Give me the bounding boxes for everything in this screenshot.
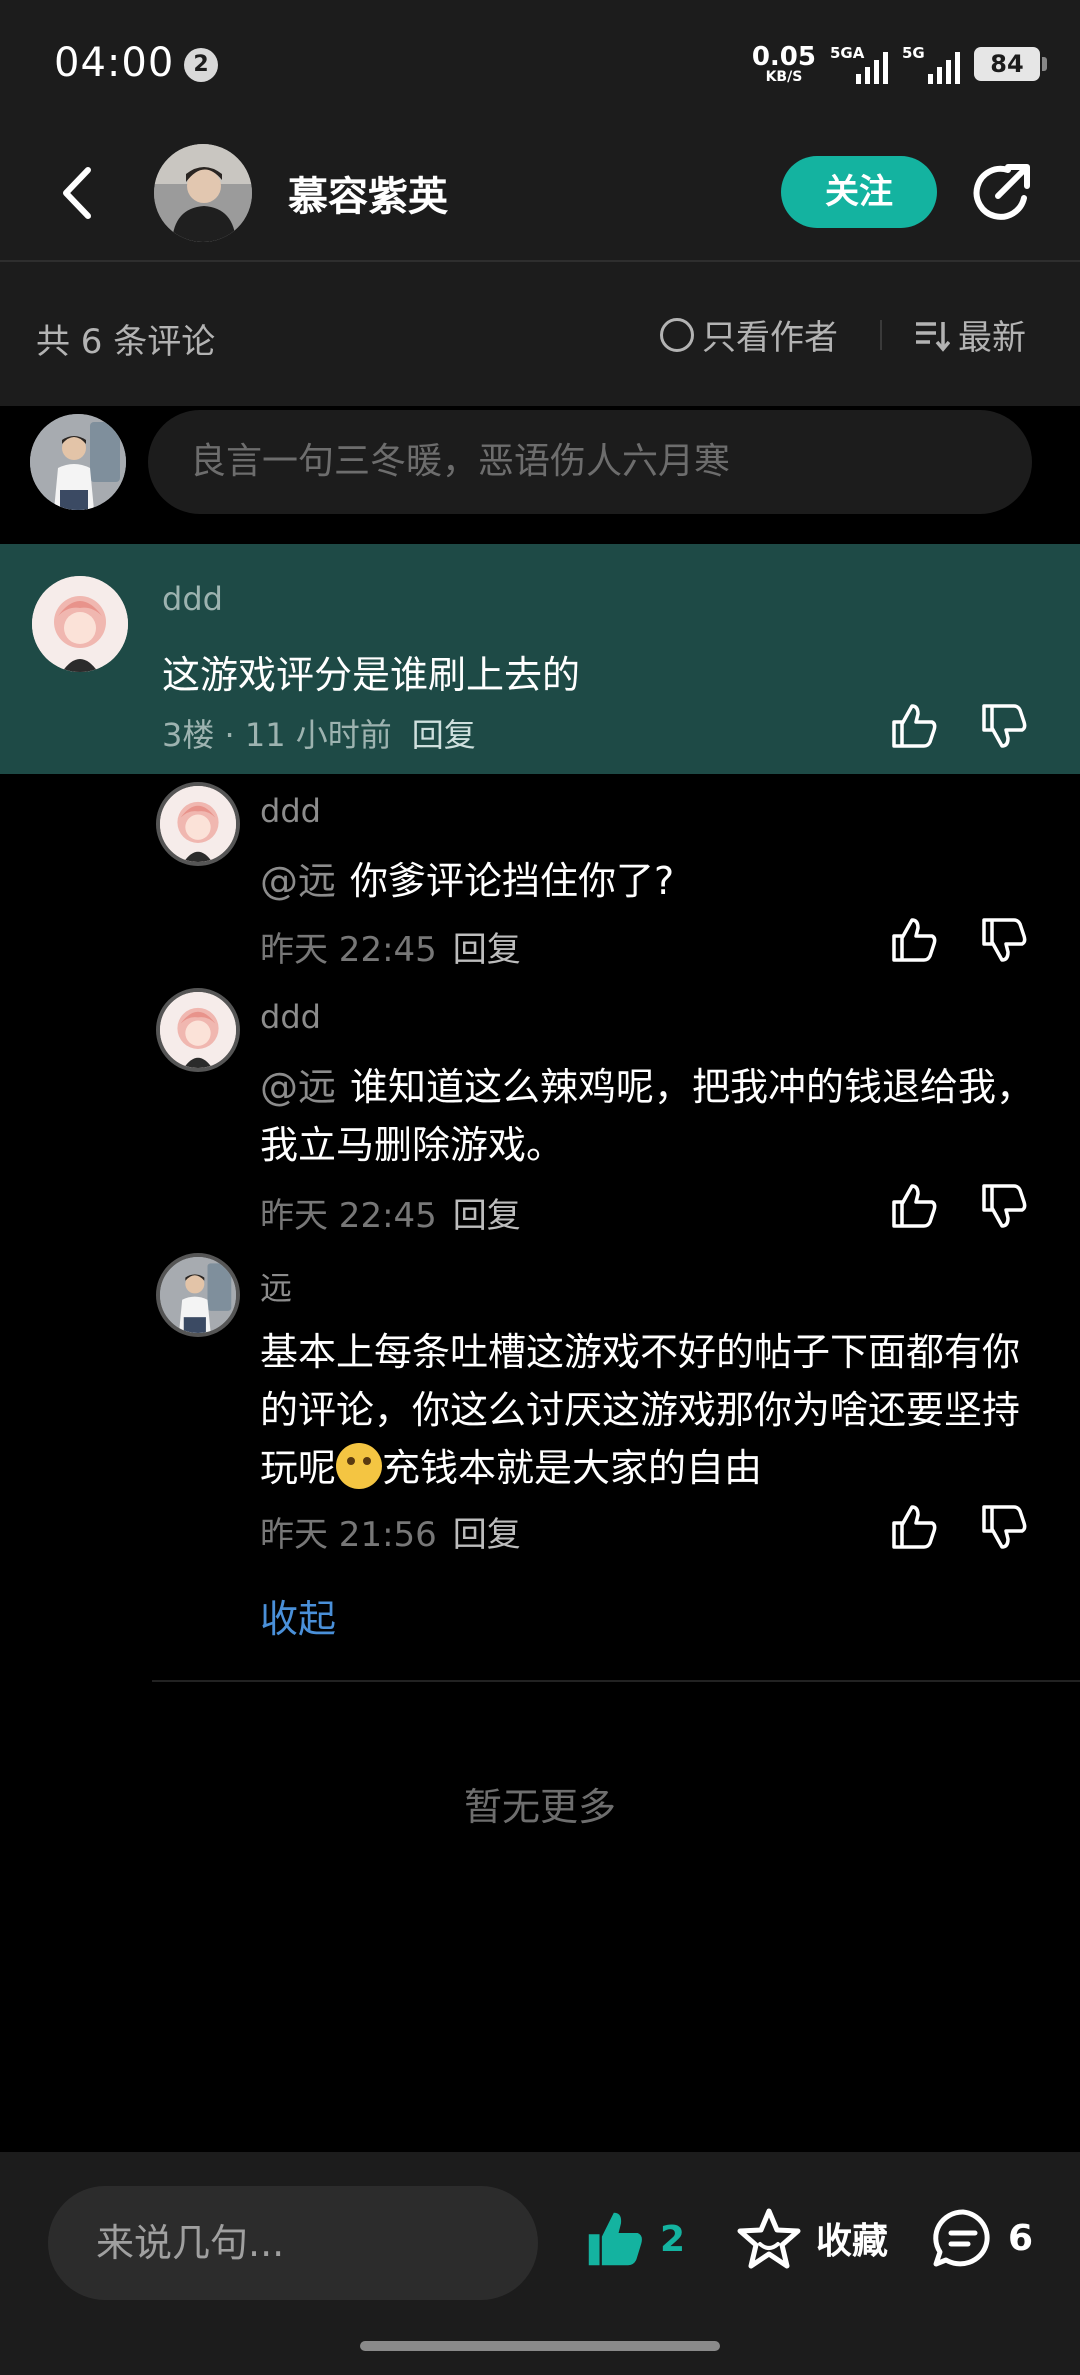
reply-time: 昨天 22:45 <box>260 930 437 970</box>
reply-text: @远 谁知道这么辣鸡呢，把我冲的钱退给我，我立马删除游戏。 <box>260 1058 1040 1174</box>
signal-5g-label: 5G <box>902 44 925 62</box>
comment-text: 这游戏评分是谁刷上去的 <box>162 653 581 697</box>
thumbs-down-icon[interactable] <box>978 700 1030 752</box>
divider <box>152 1680 1080 1682</box>
signal-5g-icon: 5G <box>902 44 960 84</box>
network-speed: 0.05 KB/S <box>752 44 816 84</box>
like-button[interactable]: 2 <box>582 2208 685 2270</box>
comment-input-row: 良言一句三冬暖，恶语伤人六月寒 <box>0 406 1080 544</box>
favorite-button[interactable]: 收藏 <box>736 2206 888 2270</box>
reply-item: ddd @远 你爹评论挡住你了? 昨天 22:45 回复 <box>0 774 1080 974</box>
thumbs-down-icon[interactable] <box>978 914 1030 966</box>
thumbs-up-icon[interactable] <box>888 700 940 752</box>
reply-meta: 昨天 22:45 回复 <box>260 1188 521 1237</box>
my-avatar <box>30 414 126 510</box>
author-avatar[interactable] <box>154 144 252 242</box>
reply-button[interactable]: 回复 <box>453 1515 521 1555</box>
bottom-action-bar: 来说几句... 2 收藏 6 <box>0 2152 1080 2375</box>
no-more-label: 暂无更多 <box>463 1785 616 1829</box>
reply-time: 昨天 21:56 <box>260 1515 437 1555</box>
notification-badge: 2 <box>184 48 218 82</box>
thumbs-down-icon[interactable] <box>978 1180 1030 1232</box>
comment-meta: 3楼 · 11 小时前 回复 <box>162 710 476 756</box>
comment-bubble-icon <box>933 2209 990 2267</box>
sort-icon <box>916 321 950 352</box>
sort-label: 最新 <box>958 318 1026 358</box>
top-area: 04:00 2 0.05 KB/S 5GA 5G 84 慕容紫英 关注 共 6 … <box>0 0 1080 406</box>
share-icon[interactable] <box>968 158 1036 226</box>
reply-button[interactable]: 回复 <box>453 1196 521 1236</box>
reply-button[interactable]: 回复 <box>453 930 521 970</box>
follow-button[interactable]: 关注 <box>781 156 937 228</box>
sort-latest-button[interactable]: 最新 <box>914 310 1026 359</box>
highlighted-comment: ddd 这游戏评分是谁刷上去的 3楼 · 11 小时前 回复 <box>0 544 1080 774</box>
reply-username[interactable]: 远 <box>260 1263 292 1309</box>
reply-time: 昨天 22:45 <box>260 1196 437 1236</box>
signal-5ga-icon: 5GA <box>830 44 888 84</box>
reply-avatar[interactable] <box>156 988 240 1072</box>
reply-body-tail: 充钱本就是大家的自由 <box>382 1446 763 1490</box>
thumbs-down-icon[interactable] <box>978 1501 1030 1553</box>
battery-icon: 84 <box>974 47 1047 81</box>
reply-button[interactable]: 回复 <box>412 716 476 754</box>
reply-body: 谁知道这么辣鸡呢，把我冲的钱退给我，我立马删除游戏。 <box>260 1065 1035 1167</box>
reply-mention[interactable]: @远 <box>260 1065 336 1109</box>
status-indicators: 0.05 KB/S 5GA 5G 84 <box>752 42 1047 86</box>
reply-text: @远 你爹评论挡住你了? <box>260 852 1040 910</box>
thumbs-up-icon[interactable] <box>888 1180 940 1232</box>
comment-input[interactable]: 良言一句三冬暖，恶语伤人六月寒 <box>148 410 1032 514</box>
comment-count-label: 共 6 条评论 <box>36 322 216 362</box>
sort-divider <box>880 320 882 350</box>
comment-floor-time: 3楼 · 11 小时前 <box>162 716 392 754</box>
thumbs-up-icon[interactable] <box>888 1501 940 1553</box>
comments-button[interactable]: 6 <box>930 2206 1033 2270</box>
title-bar: 慕容紫英 关注 <box>0 130 1080 262</box>
back-icon[interactable] <box>48 160 114 226</box>
reply-username[interactable]: ddd <box>260 792 321 830</box>
reply-text: 基本上每条吐槽这游戏不好的帖子下面都有你的评论，你这么讨厌这游戏那你为啥还要坚持… <box>260 1323 1040 1497</box>
comment-count: 6 <box>1008 2217 1034 2259</box>
author-only-toggle[interactable]: 只看作者 <box>660 310 838 359</box>
status-time: 04:00 <box>54 40 175 86</box>
status-bar: 04:00 2 0.05 KB/S 5GA 5G 84 <box>0 0 1080 130</box>
net-speed-value: 0.05 <box>751 42 816 72</box>
reply-item: ddd @远 谁知道这么辣鸡呢，把我冲的钱退给我，我立马删除游戏。 昨天 22:4… <box>0 980 1080 1244</box>
comment-avatar[interactable] <box>32 576 128 672</box>
net-speed-unit: KB/S <box>765 69 803 85</box>
author-name[interactable]: 慕容紫英 <box>288 164 448 222</box>
reply-mention[interactable]: @远 <box>260 859 336 903</box>
home-indicator[interactable] <box>360 2341 720 2351</box>
reply-meta: 昨天 22:45 回复 <box>260 922 521 971</box>
reply-avatar[interactable] <box>156 782 240 866</box>
radio-icon <box>660 317 694 352</box>
bottom-comment-input[interactable]: 来说几句... <box>48 2186 538 2300</box>
sort-bar: 共 6 条评论 只看作者 最新 <box>0 264 1080 406</box>
author-only-label: 只看作者 <box>702 318 838 358</box>
comment-username[interactable]: ddd <box>162 580 223 618</box>
like-count: 2 <box>660 2218 686 2260</box>
reply-avatar[interactable] <box>156 1253 240 1337</box>
reply-meta: 昨天 21:56 回复 <box>260 1507 521 1556</box>
thumbs-up-filled-icon <box>588 2212 642 2266</box>
reply-username[interactable]: ddd <box>260 998 321 1036</box>
reply-item: 远 基本上每条吐槽这游戏不好的帖子下面都有你的评论，你这么讨厌这游戏那你为啥还要… <box>0 1245 1080 1565</box>
star-icon <box>737 2208 801 2269</box>
thinking-emoji-icon <box>336 1443 383 1489</box>
reply-body: 你爹评论挡住你了? <box>350 859 675 903</box>
favorite-label: 收藏 <box>816 2221 889 2262</box>
collapse-replies-link[interactable]: 收起 <box>260 1588 336 1643</box>
thumbs-up-icon[interactable] <box>888 914 940 966</box>
